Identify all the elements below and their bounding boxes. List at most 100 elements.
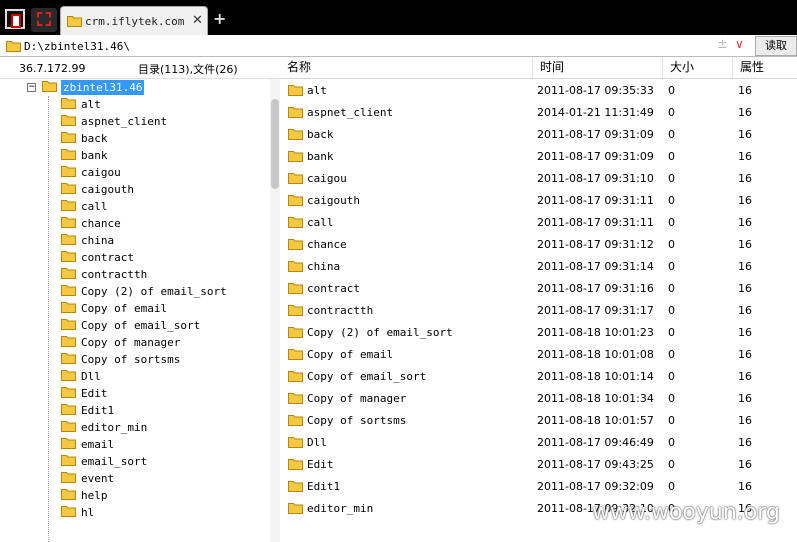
directory-tree: − zbintel31.46 alt aspnet_client back ba… bbox=[0, 79, 270, 542]
file-row[interactable]: call 2011-08-17 09:31:11 0 16 bbox=[280, 211, 797, 233]
tree-item-label: Copy of manager bbox=[81, 336, 181, 349]
folder-icon bbox=[288, 194, 303, 206]
tree-scrollbar[interactable] bbox=[270, 79, 280, 542]
file-name: china bbox=[307, 260, 341, 273]
file-size: 0 bbox=[668, 436, 675, 449]
folder-icon bbox=[288, 480, 303, 492]
plus-minus-icon[interactable]: ± bbox=[717, 37, 728, 52]
file-name: Edit bbox=[307, 458, 334, 471]
file-list: alt 2011-08-17 09:35:33 0 16 aspnet_client 2… bbox=[280, 79, 797, 542]
file-time: 2011-08-18 10:01:57 bbox=[537, 414, 654, 427]
extension-icon[interactable] bbox=[31, 8, 57, 32]
folder-icon bbox=[288, 326, 303, 338]
chevron-down-icon[interactable]: ∨ bbox=[735, 37, 744, 51]
folder-icon bbox=[61, 199, 76, 211]
folder-icon bbox=[61, 267, 76, 279]
tree-item-label: caigouth bbox=[81, 183, 134, 196]
tab-bar: crm.iflytek.com ✕ + bbox=[0, 0, 797, 35]
file-size: 0 bbox=[668, 414, 675, 427]
file-row[interactable]: caigou 2011-08-17 09:31:10 0 16 bbox=[280, 167, 797, 189]
new-tab-button[interactable]: + bbox=[213, 9, 226, 28]
file-row[interactable]: Edit1 2011-08-17 09:32:09 0 16 bbox=[280, 475, 797, 497]
file-attr: 16 bbox=[738, 150, 752, 163]
column-attr-header[interactable]: 属性 bbox=[733, 57, 797, 78]
read-button[interactable]: 读取 bbox=[755, 36, 797, 56]
tab-close-icon[interactable]: ✕ bbox=[192, 13, 203, 28]
file-row[interactable]: Dll 2011-08-17 09:46:49 0 16 bbox=[280, 431, 797, 453]
tree-item-label: Copy of email bbox=[81, 302, 168, 315]
folder-icon bbox=[61, 369, 76, 381]
address-bar: ± ∨ 读取 bbox=[0, 35, 797, 57]
folder-icon bbox=[61, 216, 76, 228]
column-name-header[interactable]: 名称 bbox=[280, 57, 533, 78]
column-size-header[interactable]: 大小 bbox=[663, 57, 733, 78]
app-logo-icon[interactable] bbox=[5, 9, 25, 29]
file-name: caigou bbox=[307, 172, 347, 185]
file-name: Copy of sortsms bbox=[307, 414, 407, 427]
file-name: back bbox=[307, 128, 334, 141]
file-name: call bbox=[307, 216, 334, 229]
file-time: 2011-08-17 09:31:09 bbox=[537, 128, 654, 141]
file-row[interactable]: alt 2011-08-17 09:35:33 0 16 bbox=[280, 79, 797, 101]
folder-icon bbox=[61, 437, 76, 449]
file-size: 0 bbox=[668, 106, 675, 119]
file-name: Dll bbox=[307, 436, 327, 449]
file-attr: 16 bbox=[738, 436, 752, 449]
folder-icon bbox=[61, 318, 76, 330]
file-attr: 16 bbox=[738, 370, 752, 383]
file-row[interactable]: contract 2011-08-17 09:31:16 0 16 bbox=[280, 277, 797, 299]
file-attr: 16 bbox=[738, 326, 752, 339]
file-row[interactable]: aspnet_client 2014-01-21 11:31:49 0 16 bbox=[280, 101, 797, 123]
path-input[interactable] bbox=[24, 38, 714, 54]
file-row[interactable]: Copy of email 2011-08-18 10:01:08 0 16 bbox=[280, 343, 797, 365]
tree-item-label: alt bbox=[81, 98, 101, 111]
file-attr: 16 bbox=[738, 128, 752, 141]
file-row[interactable]: Edit 2011-08-17 09:43:25 0 16 bbox=[280, 453, 797, 475]
file-name: alt bbox=[307, 84, 327, 97]
tree-item-label: Edit1 bbox=[81, 404, 115, 417]
folder-open-icon bbox=[42, 80, 57, 92]
file-row[interactable]: china 2011-08-17 09:31:14 0 16 bbox=[280, 255, 797, 277]
file-size: 0 bbox=[668, 150, 675, 163]
file-name: editor_min bbox=[307, 502, 374, 515]
folder-icon bbox=[61, 165, 76, 177]
tree-item-label: china bbox=[81, 234, 115, 247]
file-row[interactable]: Copy of sortsms 2011-08-18 10:01:57 0 16 bbox=[280, 409, 797, 431]
tree-item-label: email bbox=[81, 438, 115, 451]
file-time: 2011-08-17 09:35:33 bbox=[537, 84, 654, 97]
scrollbar-thumb[interactable] bbox=[271, 99, 279, 189]
file-attr: 16 bbox=[738, 348, 752, 361]
folder-icon bbox=[61, 420, 76, 432]
file-row[interactable]: Copy of manager 2011-08-18 10:01:34 0 16 bbox=[280, 387, 797, 409]
file-row[interactable]: back 2011-08-17 09:31:09 0 16 bbox=[280, 123, 797, 145]
file-row[interactable]: Copy of email_sort 2011-08-18 10:01:14 0 16 bbox=[280, 365, 797, 387]
column-time-header[interactable]: 时间 bbox=[533, 57, 663, 78]
tree-item-label: email_sort bbox=[81, 455, 148, 468]
folder-icon bbox=[61, 488, 76, 500]
file-row[interactable]: Copy (2) of email_sort 2011-08-18 10:01:2… bbox=[280, 321, 797, 343]
column-header: 名称 时间 大小 属性 bbox=[280, 57, 797, 79]
tree-item-label: Dll bbox=[81, 370, 101, 383]
folder-icon bbox=[61, 403, 76, 415]
file-size: 0 bbox=[668, 84, 675, 97]
tab-active[interactable]: crm.iflytek.com ✕ bbox=[60, 6, 208, 35]
folder-icon bbox=[61, 301, 76, 313]
file-time: 2011-08-17 09:31:11 bbox=[537, 216, 654, 229]
folder-icon bbox=[61, 114, 76, 126]
folder-icon bbox=[288, 348, 303, 360]
file-size: 0 bbox=[668, 216, 675, 229]
file-row[interactable]: bank 2011-08-17 09:31:09 0 16 bbox=[280, 145, 797, 167]
file-row[interactable]: contractth 2011-08-17 09:31:17 0 16 bbox=[280, 299, 797, 321]
tree-item-label: bank bbox=[81, 149, 108, 162]
file-attr: 16 bbox=[738, 216, 752, 229]
collapse-toggle-icon[interactable]: − bbox=[27, 83, 36, 92]
tree-item-label: aspnet_client bbox=[81, 115, 168, 128]
file-time: 2011-08-17 09:31:11 bbox=[537, 194, 654, 207]
tree-item-label: contractth bbox=[81, 268, 148, 281]
file-name: Copy of email_sort bbox=[307, 370, 427, 383]
folder-icon bbox=[288, 414, 303, 426]
tree-root-label[interactable]: zbintel31.46 bbox=[61, 80, 145, 95]
file-row[interactable]: caigouth 2011-08-17 09:31:11 0 16 bbox=[280, 189, 797, 211]
file-size: 0 bbox=[668, 304, 675, 317]
file-row[interactable]: chance 2011-08-17 09:31:12 0 16 bbox=[280, 233, 797, 255]
